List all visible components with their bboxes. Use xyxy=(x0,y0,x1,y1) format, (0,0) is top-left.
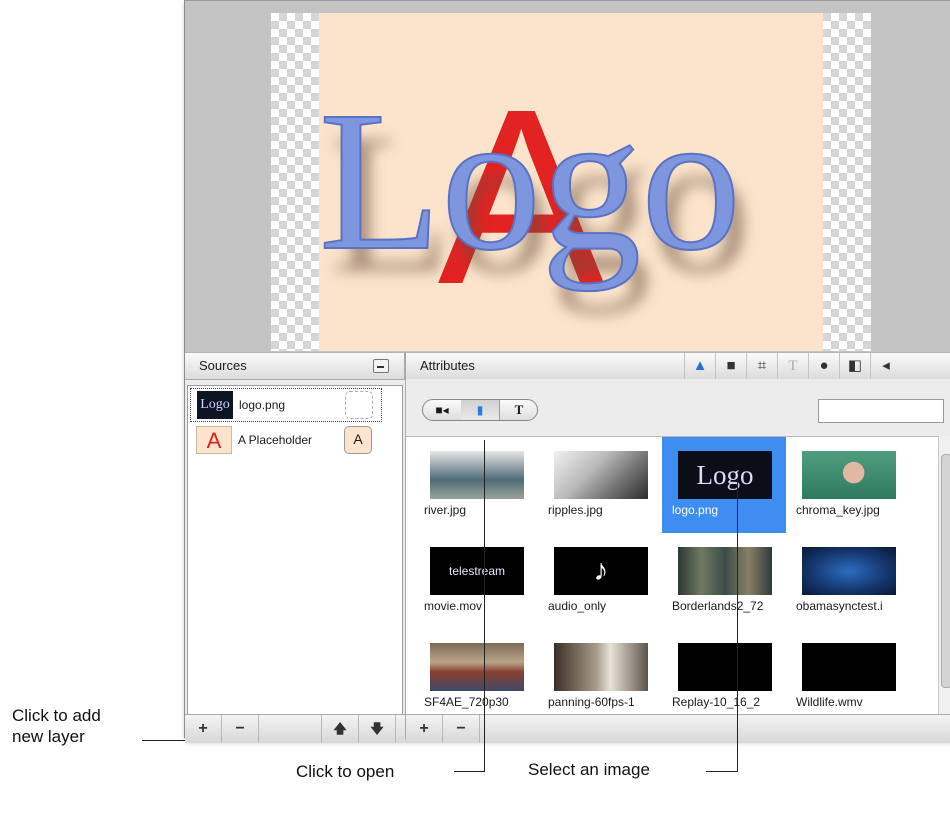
font-button[interactable]: A xyxy=(344,426,372,454)
source-label: A Placeholder xyxy=(238,433,313,447)
media-scrollbar[interactable] xyxy=(938,436,950,716)
annotation-open: Click to open xyxy=(296,762,395,781)
callout-line-open-vertical xyxy=(484,440,485,772)
remove-layer-button[interactable]: − xyxy=(222,715,259,743)
music-note-icon: ♪ xyxy=(554,547,648,595)
sources-title: Sources xyxy=(199,358,247,373)
source-item-placeholder[interactable]: A A Placeholder A xyxy=(190,424,380,456)
media-thumbnail xyxy=(678,643,772,691)
media-item-panning[interactable]: panning-60fps-1 xyxy=(538,629,662,717)
media-type-segment: ■◂ ▮ T xyxy=(422,399,538,421)
move-up-button[interactable]: 🡅 xyxy=(322,715,359,743)
attributes-header: Attributes ▲ ■ ⌗ T ● ◧ ◂ xyxy=(406,352,950,380)
media-caption: Replay-10_16_2 xyxy=(672,695,761,709)
media-item-obama[interactable]: obamasynctest.i xyxy=(786,533,910,629)
media-caption: movie.mov xyxy=(424,599,483,613)
speaker-icon[interactable]: ◂ xyxy=(870,353,901,379)
shapes-icon[interactable]: ▲ xyxy=(684,353,715,379)
sources-list: Logo logo.png A A Placeholder A xyxy=(187,385,403,715)
media-caption: logo.png xyxy=(672,503,719,517)
collapse-icon[interactable] xyxy=(373,359,389,373)
text-filter-button[interactable]: T xyxy=(500,400,537,420)
folder-icon[interactable]: ■ xyxy=(715,353,746,379)
media-item-audio[interactable]: ♪ audio_only xyxy=(538,533,662,629)
callout-line-open-horizontal xyxy=(454,771,485,772)
image-filter-button[interactable]: ▮ xyxy=(461,400,500,420)
media-thumbnail xyxy=(802,547,896,595)
callout-line-select-horizontal xyxy=(706,771,738,772)
annotation-add-layer-line2: new layer xyxy=(12,727,85,746)
media-caption: SF4AE_720p30 xyxy=(424,695,509,709)
app-window: A Logo Logo Sources Logo logo.png A A Pl… xyxy=(184,0,950,743)
attributes-panel: Attributes ▲ ■ ⌗ T ● ◧ ◂ ■◂ ▮ T river.jp… xyxy=(405,352,950,743)
media-caption: chroma_key.jpg xyxy=(796,503,880,517)
text-icon[interactable]: T xyxy=(777,353,808,379)
source-thumbnail: Logo xyxy=(197,391,233,419)
media-caption: panning-60fps-1 xyxy=(548,695,635,709)
remove-media-button[interactable]: − xyxy=(443,715,480,743)
add-media-button[interactable]: + xyxy=(406,715,443,743)
media-item-chroma[interactable]: chroma_key.jpg xyxy=(786,437,910,533)
sources-header: Sources xyxy=(185,352,405,380)
media-thumbnail xyxy=(554,451,648,499)
callout-line-select-vertical xyxy=(737,478,738,772)
logo-text: Logo xyxy=(319,71,741,292)
preview-area: A Logo Logo xyxy=(185,0,950,353)
media-caption: Wildlife.wmv xyxy=(796,695,863,709)
move-down-button[interactable]: 🡇 xyxy=(359,715,396,743)
media-thumbnail xyxy=(430,643,524,691)
scrollbar-thumb[interactable] xyxy=(941,454,950,688)
media-thumbnail xyxy=(678,547,772,595)
video-filter-button[interactable]: ■◂ xyxy=(423,400,462,420)
media-caption: ripples.jpg xyxy=(548,503,603,517)
source-item-logo[interactable]: Logo logo.png xyxy=(190,388,382,422)
media-item-river[interactable]: river.jpg xyxy=(414,437,538,533)
annotation-add-layer: Click to add new layer xyxy=(12,705,142,747)
annotation-add-layer-line1: Click to add xyxy=(12,706,101,725)
attributes-toolbar: + − xyxy=(406,714,950,743)
callout-line-add xyxy=(142,740,186,741)
logo-artwork: A Logo Logo xyxy=(318,57,751,336)
crop-icon[interactable]: ⌗ xyxy=(746,353,777,379)
media-item-wildlife[interactable]: Wildlife.wmv xyxy=(786,629,910,717)
toolbar-spacer xyxy=(259,715,322,743)
sources-panel: Sources Logo logo.png A A Placeholder A … xyxy=(185,352,405,743)
attributes-subbar: ■◂ ▮ T xyxy=(406,379,950,434)
media-thumbnail xyxy=(802,643,896,691)
media-search-input[interactable] xyxy=(818,399,944,423)
source-thumbnail: A xyxy=(196,426,232,454)
media-thumbnail: Logo xyxy=(678,451,772,499)
media-caption: Borderlands2_72 xyxy=(672,599,764,613)
preview-canvas[interactable]: A Logo Logo xyxy=(271,13,871,351)
image-file-icon: ▮ xyxy=(476,403,484,417)
sources-toolbar: + − 🡅 🡇 xyxy=(185,714,405,743)
media-thumbnail xyxy=(802,451,896,499)
attributes-title: Attributes xyxy=(420,358,475,373)
media-item-ripples[interactable]: ripples.jpg xyxy=(538,437,662,533)
media-item-movie[interactable]: telestream movie.mov xyxy=(414,533,538,629)
media-item-borderlands[interactable]: Borderlands2_72 xyxy=(662,533,786,629)
media-caption: river.jpg xyxy=(424,503,467,517)
media-thumbnail xyxy=(430,451,524,499)
media-thumbnail: telestream xyxy=(430,547,524,595)
source-options-button[interactable] xyxy=(345,391,373,419)
add-layer-button[interactable]: + xyxy=(185,715,222,743)
person-icon[interactable]: ● xyxy=(808,353,839,379)
media-caption: audio_only xyxy=(548,599,607,613)
media-item-replay[interactable]: Replay-10_16_2 xyxy=(662,629,786,717)
media-item-logo[interactable]: Logo logo.png xyxy=(662,437,786,533)
source-label: logo.png xyxy=(239,398,286,412)
media-caption: obamasynctest.i xyxy=(796,599,883,613)
split-icon[interactable]: ◧ xyxy=(839,353,870,379)
annotation-select-image: Select an image xyxy=(528,760,650,779)
media-item-sf4[interactable]: SF4AE_720p30 xyxy=(414,629,538,717)
media-thumbnail xyxy=(554,643,648,691)
media-grid: river.jpg ripples.jpg Logo logo.png chro… xyxy=(406,436,938,717)
